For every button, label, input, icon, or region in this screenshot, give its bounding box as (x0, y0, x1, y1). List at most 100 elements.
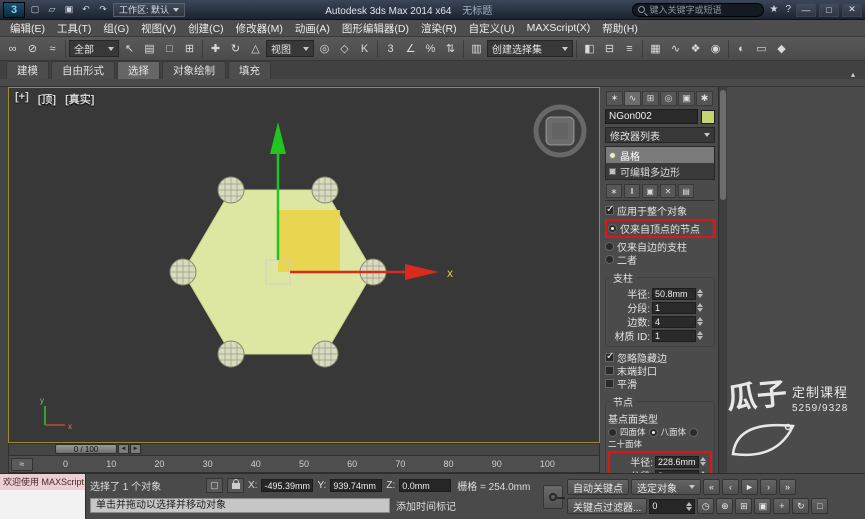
show-end-result-icon[interactable]: ‖ (624, 184, 640, 198)
track-bar[interactable]: ≈ 0 10 20 30 40 50 60 70 80 90 100 (8, 456, 600, 473)
material-editor-icon[interactable]: ◉ (706, 39, 725, 58)
selection-lock-toggle[interactable] (227, 478, 244, 493)
menu-help[interactable]: 帮助(H) (596, 21, 644, 36)
tab-modeling[interactable]: 建模 (6, 61, 49, 79)
undo-icon[interactable]: ↶ (79, 3, 93, 17)
next-frame-arrow-icon[interactable]: ► (130, 444, 141, 454)
tab-create-icon[interactable]: ✶ (606, 91, 623, 106)
tab-object-paint[interactable]: 对象绘制 (162, 61, 226, 79)
modifier-list-dropdown[interactable]: 修改器列表 (605, 127, 715, 143)
zoom-extents-icon[interactable]: ▣ (754, 498, 772, 514)
maximize-button[interactable]: □ (819, 2, 839, 17)
configure-modifier-sets-icon[interactable]: ▤ (678, 184, 694, 198)
graphite-ribbon-icon[interactable]: ▦ (646, 39, 665, 58)
spinner-arrows[interactable] (700, 457, 706, 466)
radio-icon[interactable] (605, 242, 614, 251)
key-filters-button[interactable]: 关键点过滤器... (567, 498, 648, 514)
select-and-move-icon[interactable]: ✚ (206, 39, 225, 58)
z-coordinate-field[interactable]: 0.0mm (399, 479, 452, 492)
select-and-rotate-icon[interactable]: ↻ (226, 39, 245, 58)
set-keys-button[interactable] (543, 484, 565, 509)
menu-edit[interactable]: 编辑(E) (4, 21, 51, 36)
previous-frame-arrow-icon[interactable]: ◄ (118, 444, 129, 454)
command-panel-scrollbar[interactable] (718, 87, 727, 473)
help-icon[interactable]: ? (783, 4, 793, 15)
unlink-selection-icon[interactable]: ⊘ (23, 39, 42, 58)
auto-key-button[interactable]: 自动关键点 (567, 479, 629, 495)
spinner-arrows[interactable] (686, 501, 693, 511)
save-file-icon[interactable]: ▣ (62, 3, 76, 17)
time-slider[interactable]: 0 / 100 ◄ ► (8, 443, 600, 456)
render-setup-icon[interactable]: ◐ (732, 39, 751, 58)
bind-to-space-warp-icon[interactable]: ≈ (43, 39, 62, 58)
menu-tools[interactable]: 工具(T) (51, 21, 97, 36)
curve-editor-icon[interactable]: ∿ (666, 39, 685, 58)
rendered-frame-window-icon[interactable]: ▭ (752, 39, 771, 58)
ignore-hidden-edges-checkbox[interactable]: 忽略隐藏边 (605, 351, 715, 364)
listener-line[interactable] (0, 490, 85, 519)
radio-icon[interactable] (605, 255, 614, 264)
layer-manager-icon[interactable]: ≡ (620, 39, 639, 58)
macro-recorder-line[interactable]: 欢迎使用 MAXScript (0, 474, 85, 490)
rectangular-selection-region-icon[interactable]: □ (160, 39, 179, 58)
end-caps-checkbox[interactable]: 末端封口 (605, 364, 715, 377)
object-color-swatch[interactable] (701, 109, 715, 124)
menu-modifiers[interactable]: 修改器(M) (230, 21, 289, 36)
spinner-arrows[interactable] (697, 317, 703, 326)
stack-item-editable-poly[interactable]: 可编辑多边形 (606, 163, 714, 179)
radio-icon[interactable] (608, 427, 617, 437)
radio-icon[interactable] (608, 224, 617, 233)
pin-stack-icon[interactable]: ∗ (606, 184, 622, 198)
tab-selection[interactable]: 选择 (117, 61, 160, 79)
spinner-arrows[interactable] (697, 303, 703, 312)
menu-animation[interactable]: 动画(A) (289, 21, 336, 36)
select-object-icon[interactable]: ↖ (120, 39, 139, 58)
snaps-toggle-icon[interactable]: 3 (381, 39, 400, 58)
viewport-top[interactable]: [+] [顶] [真实] x y x (8, 87, 600, 443)
select-and-link-icon[interactable]: ∞ (3, 39, 22, 58)
x-coordinate-field[interactable]: -495.39mm (261, 479, 314, 492)
spinner-arrows[interactable] (697, 331, 703, 340)
mini-curve-editor-icon[interactable]: ≈ (11, 457, 33, 471)
isolate-selection-icon[interactable]: ▢ (206, 478, 223, 493)
workspace-dropdown[interactable]: 工作区: 默认 (113, 2, 186, 17)
angle-snap-icon[interactable]: ∠ (401, 39, 420, 58)
viewport-shading-menu[interactable]: [真实] (65, 91, 94, 107)
reference-coordinate-dropdown[interactable]: 视图 (266, 40, 314, 57)
mirror-icon[interactable]: ◧ (580, 39, 599, 58)
keyboard-shortcut-override-icon[interactable]: K (355, 39, 374, 58)
menu-maxscript[interactable]: MAXScript(X) (521, 22, 597, 34)
radio-icon[interactable] (648, 427, 658, 437)
scrollbar-thumb[interactable] (720, 90, 726, 200)
modifier-bulb-icon[interactable] (609, 151, 616, 159)
tab-freeform[interactable]: 自由形式 (51, 61, 115, 79)
tab-display-icon[interactable]: ▣ (678, 91, 695, 106)
zoom-all-icon[interactable]: ⊞ (735, 498, 753, 514)
selection-filter-dropdown[interactable]: 全部 (69, 40, 119, 57)
named-selection-set-combobox[interactable]: 创建选择集 (487, 40, 573, 57)
gizmo-xy-plane-handle[interactable] (278, 210, 340, 272)
time-slider-handle[interactable]: 0 / 100 (55, 444, 117, 454)
add-time-tag[interactable]: 添加时间标记 (396, 498, 456, 513)
object-name-field[interactable]: NGon002 (605, 109, 698, 124)
app-logo-button[interactable]: 3 (3, 1, 25, 18)
tab-hierarchy-icon[interactable]: ⊞ (642, 91, 659, 106)
smooth-checkbox[interactable]: 平滑 (605, 377, 715, 390)
apply-to-entire-object-checkbox[interactable]: 应用于整个对象 (605, 204, 715, 217)
select-by-name-icon[interactable]: ▤ (140, 39, 159, 58)
previous-frame-icon[interactable]: ‹ (722, 479, 739, 495)
checkbox-icon[interactable] (605, 379, 614, 388)
window-crossing-icon[interactable]: ⊞ (180, 39, 199, 58)
viewport-general-menu[interactable]: [+] (15, 91, 29, 107)
select-and-manipulate-icon[interactable]: ◇ (335, 39, 354, 58)
minimize-button[interactable]: — (796, 2, 816, 17)
key-selection-set-dropdown[interactable]: 选定对象 (631, 479, 701, 495)
tab-populate[interactable]: 填充 (228, 61, 271, 79)
y-coordinate-field[interactable]: 939.74mm (330, 479, 383, 492)
struts-only-radio[interactable]: 仅来自边的支柱 (605, 240, 715, 253)
favorites-star-icon[interactable]: ★ (767, 4, 780, 15)
time-configuration-icon[interactable]: ◷ (697, 498, 715, 514)
joints-only-radio[interactable]: 仅来自顶点的节点 (608, 222, 712, 235)
percent-snap-icon[interactable]: % (421, 39, 440, 58)
spinner-snap-icon[interactable]: ⇅ (441, 39, 460, 58)
